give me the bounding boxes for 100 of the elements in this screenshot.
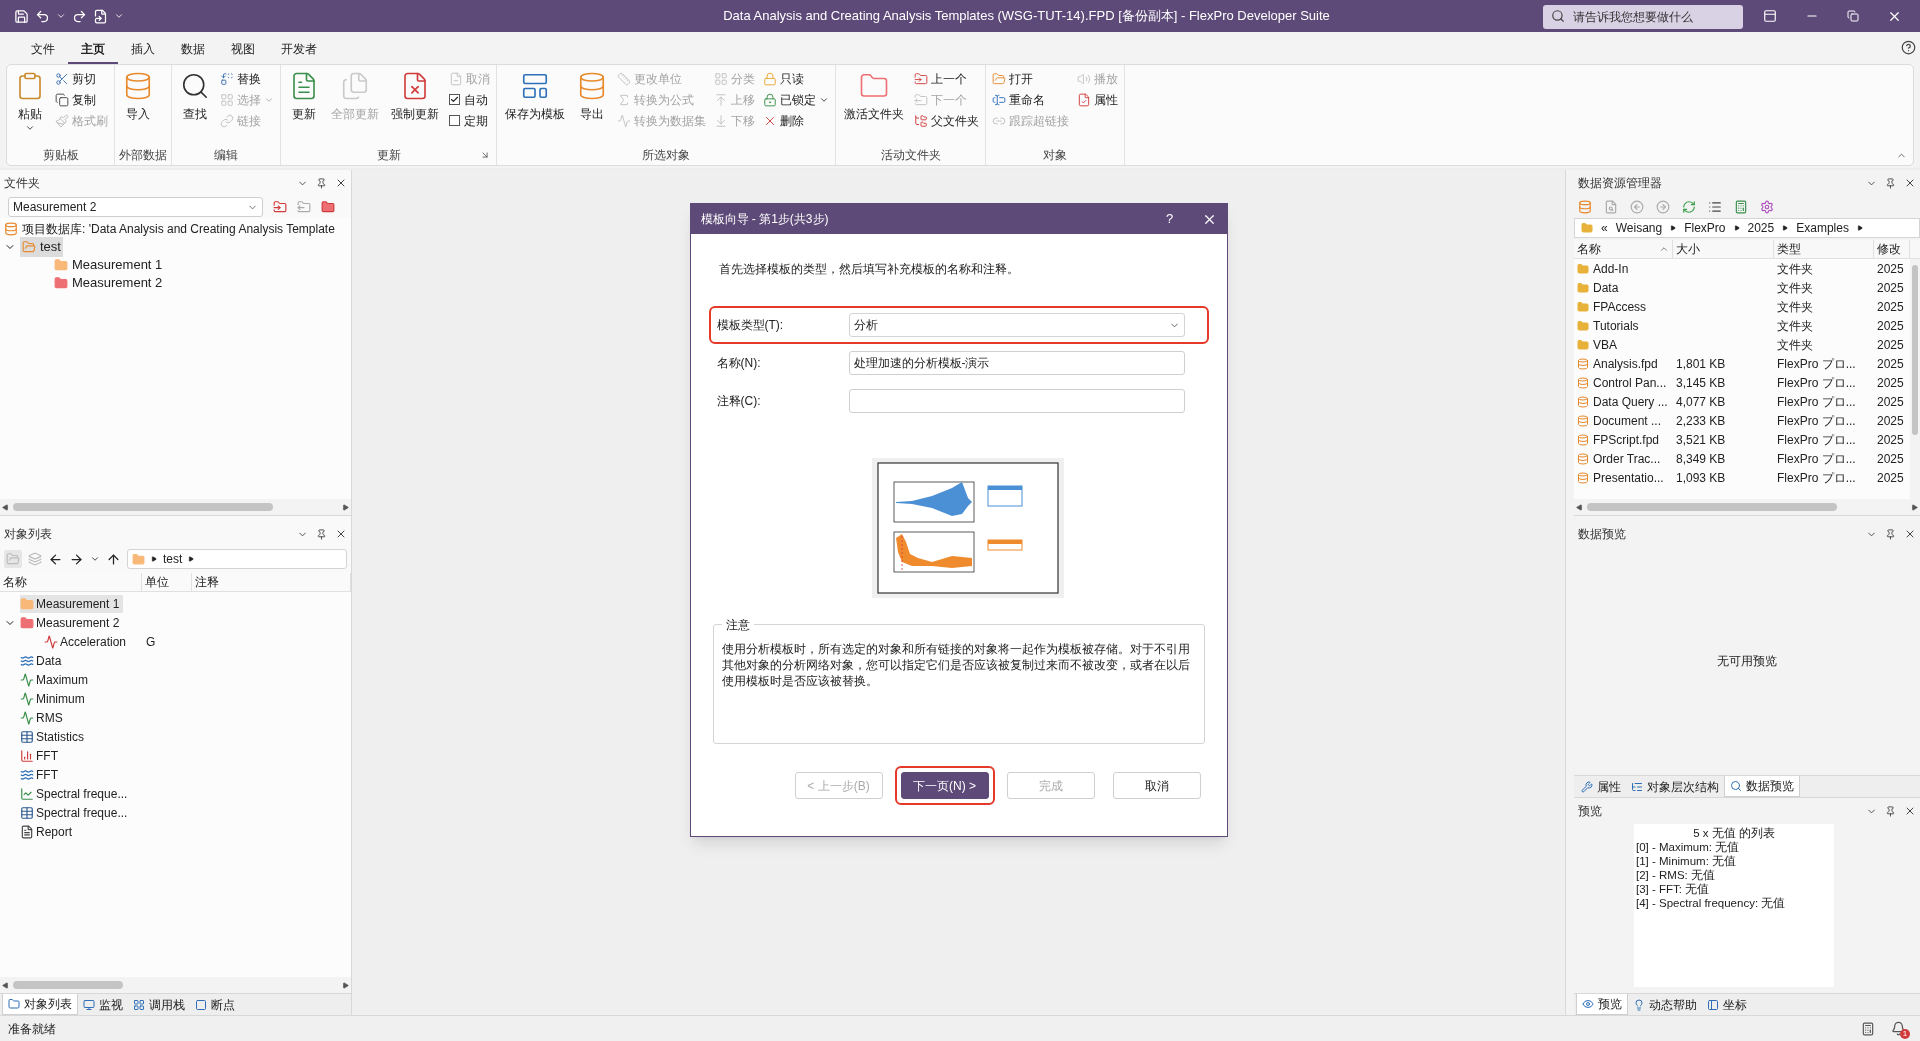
file-name[interactable]: Order Trac... — [1593, 449, 1661, 468]
path-segment[interactable]: Weisang — [1615, 219, 1663, 237]
dialog-button[interactable]: 下一页(N) > — [900, 772, 989, 799]
notification-icon[interactable] — [1891, 1021, 1906, 1036]
panel-tab[interactable]: 数据预览 — [1724, 776, 1800, 797]
column-header[interactable]: 修改 — [1874, 240, 1910, 258]
list-item[interactable]: Measurement 2 — [20, 613, 124, 632]
close-icon[interactable] — [335, 528, 347, 540]
caret-icon[interactable] — [56, 11, 66, 21]
ribbon-button[interactable]: 删除 — [761, 111, 831, 130]
scrollbar-thumb[interactable] — [1912, 265, 1918, 435]
ribbon-button[interactable]: 复制 — [53, 90, 110, 109]
settings-icon[interactable] — [1760, 200, 1774, 214]
list-item[interactable]: FFT — [20, 746, 62, 765]
pin-icon[interactable] — [316, 177, 327, 189]
save-icon[interactable] — [14, 8, 29, 24]
forward-icon[interactable] — [69, 551, 84, 567]
ribbon-button[interactable]: 粘贴 — [11, 69, 49, 143]
scrollbar-thumb[interactable] — [1587, 503, 1837, 511]
ribbon-button[interactable]: 已锁定 — [761, 90, 831, 109]
scroll-left-icon[interactable] — [2, 981, 9, 989]
scrollbar-thumb[interactable] — [13, 503, 273, 511]
folder-icon[interactable] — [321, 200, 335, 214]
column-header[interactable]: 注释 — [192, 573, 351, 591]
menu-tab[interactable]: 开发者 — [268, 36, 330, 64]
panel-tab[interactable]: 对象层次结构 — [1626, 776, 1724, 797]
menu-tab[interactable]: 视图 — [218, 36, 268, 64]
menu-tab[interactable]: 文件 — [18, 36, 68, 64]
back-icon[interactable] — [48, 551, 63, 567]
ribbon-button[interactable]: 保存为模板 — [501, 69, 569, 143]
ribbon-button[interactable]: 剪切 — [53, 69, 110, 88]
checkbox[interactable] — [449, 115, 460, 126]
panel-tab[interactable]: 属性 — [1576, 776, 1626, 797]
list-item[interactable]: Measurement 1 — [20, 594, 124, 613]
file-name[interactable]: Presentatio... — [1593, 468, 1664, 487]
template-type-dropdown[interactable]: 分析 — [848, 313, 1185, 337]
panel-tab[interactable]: 监视 — [78, 994, 128, 1015]
list-item[interactable]: Maximum — [20, 670, 92, 689]
file-name[interactable]: VBA — [1593, 335, 1617, 354]
close-icon[interactable] — [1904, 177, 1916, 189]
list-item[interactable]: Acceleration — [44, 632, 131, 651]
list-item[interactable]: Spectral freque... — [20, 784, 132, 803]
ribbon-button[interactable]: 导入 — [119, 69, 157, 143]
list-item[interactable]: RMS — [20, 708, 67, 727]
file-name[interactable]: Add-In — [1593, 259, 1629, 278]
help-button[interactable]: ? — [1159, 209, 1180, 229]
scroll-right-icon[interactable] — [342, 981, 349, 989]
view-list-icon[interactable] — [1708, 200, 1722, 214]
ribbon-button[interactable]: 导出 — [573, 69, 611, 143]
list-item[interactable]: Statistics — [20, 727, 88, 746]
ribbon-button[interactable]: 只读 — [761, 69, 831, 88]
input-field[interactable] — [848, 389, 1185, 413]
path-bar[interactable]: test — [127, 549, 347, 569]
ribbon-button[interactable]: 强制更新 — [387, 69, 443, 143]
file-name[interactable]: Data Query ... — [1593, 392, 1668, 411]
restore-icon[interactable] — [1847, 10, 1859, 22]
ribbon-options-icon[interactable] — [1763, 9, 1777, 23]
redo-icon[interactable] — [72, 8, 87, 24]
panel-tab[interactable]: 对象列表 — [2, 994, 78, 1015]
file-name[interactable]: Analysis.fpd — [1593, 354, 1658, 373]
refresh-icon[interactable] — [1682, 200, 1696, 214]
panel-tab[interactable]: 调用栈 — [128, 994, 190, 1015]
panel-tab[interactable]: 坐标 — [1702, 994, 1752, 1015]
path-segment[interactable]: 2025 — [1747, 219, 1775, 237]
file-name[interactable]: Document ... — [1593, 411, 1662, 430]
list-item[interactable]: Minimum — [20, 689, 89, 708]
calculator-icon[interactable] — [1861, 1021, 1875, 1036]
scroll-right-icon[interactable] — [1911, 503, 1918, 511]
menu-tab[interactable]: 数据 — [168, 36, 218, 64]
pin-icon[interactable] — [316, 528, 327, 540]
panel-tab[interactable]: 预览 — [1576, 994, 1628, 1015]
menu-tab[interactable]: 插入 — [118, 36, 168, 64]
file-name[interactable]: Data — [1593, 278, 1619, 297]
list-item[interactable]: Data — [20, 651, 66, 670]
folder-icon[interactable] — [273, 200, 287, 214]
dialog-launcher-icon[interactable] — [480, 150, 490, 160]
input-field[interactable]: 处理加速的分析模板-演示 — [848, 351, 1185, 375]
path-segment[interactable]: « — [1601, 219, 1608, 237]
scroll-left-icon[interactable] — [1576, 503, 1583, 511]
scrollbar-thumb[interactable] — [13, 981, 123, 989]
ribbon-button[interactable]: 上一个 — [912, 69, 981, 88]
tree-item[interactable]: Measurement 2 — [52, 273, 165, 293]
file-name[interactable]: FPAccess — [1593, 297, 1647, 316]
ribbon-button[interactable]: 更新 — [285, 69, 323, 143]
tree-item[interactable]: 项目数据库: 'Data Analysis and Creating Analysis Template — [0, 220, 351, 238]
scroll-left-icon[interactable] — [2, 503, 9, 511]
path-segment[interactable]: FlexPro — [1684, 219, 1726, 237]
checkbox[interactable] — [449, 94, 460, 105]
list-item[interactable]: Spectral freque... — [20, 803, 132, 822]
ribbon-button[interactable]: 查找 — [176, 69, 214, 143]
search-field[interactable]: 请告诉我您想要做什么 — [1543, 4, 1743, 29]
caret-icon[interactable] — [114, 11, 124, 21]
path-bar[interactable]: « Weisang FlexPro 2025 Examples — [1574, 218, 1920, 238]
panel-tab[interactable]: 动态帮助 — [1628, 994, 1702, 1015]
folder-dropdown[interactable]: Measurement 2 — [8, 197, 263, 217]
undo-icon[interactable] — [35, 8, 50, 24]
column-header[interactable]: 单位 — [142, 573, 192, 591]
panel-tab[interactable]: 断点 — [190, 994, 240, 1015]
pin-icon[interactable] — [1885, 528, 1896, 540]
pin-icon[interactable] — [1885, 177, 1896, 189]
